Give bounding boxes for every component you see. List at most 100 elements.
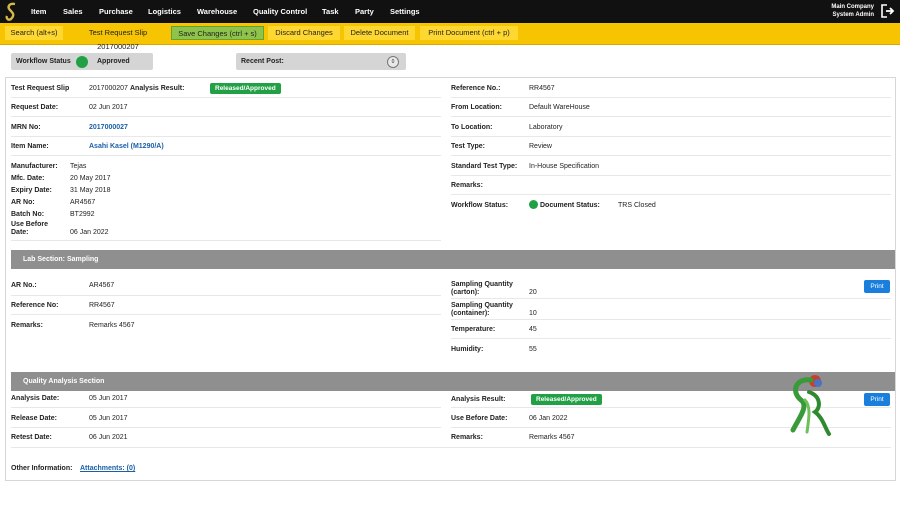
divider [451,298,891,299]
qa-print-button[interactable]: Print [864,393,890,406]
recent-post-label: Recent Post: [241,58,284,65]
nav-item-warehouse[interactable]: Warehouse [197,7,237,16]
lab-reference-label: Reference No: [11,302,59,309]
lab-print-button[interactable]: Print [864,280,890,293]
sampling-qty-container-value: 10 [529,310,537,317]
request-date-label: Request Date: [11,104,59,111]
use-before-value: 06 Jan 2022 [70,229,109,236]
divider [11,240,441,241]
lab-remarks-label: Remarks: [11,322,43,329]
delete-document-button[interactable]: Delete Document [344,26,415,40]
qa-analysis-result-badge: Released/Approved [531,394,602,405]
workflow-dot-icon [529,200,538,209]
analysis-result-label: Analysis Result: [130,85,185,92]
recent-post-badge[interactable]: 0 [387,56,399,68]
nav-item-settings[interactable]: Settings [390,7,420,16]
test-type-label: Test Type: [451,143,485,150]
from-location-value: Default WareHouse [529,104,590,111]
account-info[interactable]: Main Company System Admin [831,3,874,19]
analysis-result-badge: Released/Approved [210,83,281,94]
divider [11,427,441,428]
reference-no-label: Reference No.: [451,85,501,92]
retest-date-value: 06 Jun 2021 [89,434,128,441]
document-status-label: Document Status: [540,202,600,209]
lab-section-title: Lab Section: Sampling [23,256,99,263]
divider [11,295,441,296]
qa-section-title: Quality Analysis Section [23,378,105,385]
release-date-value: 05 Jun 2017 [89,415,128,422]
nav-item-sales[interactable]: Sales [63,7,83,16]
standard-test-type-label: Standard Test Type: [451,163,518,170]
company-name: Main Company [831,4,874,10]
lab-remarks-value: Remarks 4567 [89,322,135,329]
recent-post-pill[interactable]: Recent Post: 0 [236,53,406,70]
status-dot-icon [76,56,88,68]
workflow-status-label: Workflow Status [16,58,71,65]
use-before-label-2: Date: [11,229,29,236]
to-location-value: Laboratory [529,124,563,131]
top-nav: Item Sales Purchase Logistics Warehouse … [0,0,900,23]
search-button[interactable]: Search (alt+s) [5,26,63,40]
save-changes-button[interactable]: Save Changes (ctrl + s) [171,26,264,40]
qa-use-before-label: Use Before Date: [451,415,508,422]
logout-icon[interactable] [881,4,895,18]
lab-reference-value: RR4567 [89,302,115,309]
discard-changes-button[interactable]: Discard Changes [268,26,340,40]
mrn-link[interactable]: 2017000027 [89,124,128,131]
to-location-label: To Location: [451,124,493,131]
divider [11,136,441,137]
humidity-label: Humidity: [451,346,484,353]
qa-use-before-value: 06 Jan 2022 [529,415,568,422]
expiry-date-label: Expiry Date: [11,187,52,194]
nav-item-quality-control[interactable]: Quality Control [253,7,307,16]
other-information-label: Other Information: [11,465,73,472]
workflow-status-field-label: Workflow Status: [451,202,509,209]
lab-section-header: Lab Section: Sampling [11,250,895,269]
user-name: System Admin [832,12,874,18]
nav-item-party[interactable]: Party [355,7,374,16]
mfc-date-label: Mfc. Date: [11,175,45,182]
batch-no-label: Batch No: [11,211,45,218]
document-title: Test Request Slip 2017000207 [88,28,148,51]
print-document-button[interactable]: Print Document (ctrl + p) [420,26,518,40]
item-name-link[interactable]: Asahi Kasel (M1290/A) [89,143,164,150]
divider [451,194,891,195]
qa-remarks-value: Remarks 4567 [529,434,575,441]
divider [451,319,891,320]
divider [451,136,891,137]
nav-item-task[interactable]: Task [322,7,339,16]
divider [451,338,891,339]
test-type-value: Review [529,143,552,150]
logo-icon[interactable] [4,2,20,21]
action-toolbar: Search (alt+s) Test Request Slip 2017000… [0,23,900,51]
divider [451,175,891,176]
reference-no-value: RR4567 [529,85,555,92]
mrn-label: MRN No: [11,124,41,131]
sampling-qty-carton-value: 20 [529,289,537,296]
qa-section-header: Quality Analysis Section [11,372,895,391]
brand-logo-icon [790,375,831,436]
divider [451,116,891,117]
divider [11,314,441,315]
lab-ar-no-value: AR4567 [89,282,115,289]
slip-number: 2017000207 [89,85,128,92]
divider [11,97,441,98]
lab-ar-no-label: AR No.: [11,282,37,289]
workflow-status-value: Approved [97,58,130,65]
sampling-qty-carton-label-2: (carton): [451,289,480,296]
attachments-link[interactable]: Attachments: (0) [80,465,135,472]
divider [451,97,891,98]
analysis-date-label: Analysis Date: [11,395,60,402]
sampling-qty-container-label-2: (container): [451,310,490,317]
nav-item-purchase[interactable]: Purchase [99,7,133,16]
ar-no-label: AR No: [11,199,35,206]
temperature-label: Temperature: [451,326,496,333]
retest-date-label: Retest Date: [11,434,52,441]
manufacturer-label: Manufacturer: [11,163,58,170]
nav-item-logistics[interactable]: Logistics [148,7,181,16]
use-before-label: Use Before [11,221,48,228]
nav-item-item[interactable]: Item [31,7,46,16]
divider [451,155,891,156]
mfc-date-value: 20 May 2017 [70,175,111,182]
release-date-label: Release Date: [11,415,57,422]
